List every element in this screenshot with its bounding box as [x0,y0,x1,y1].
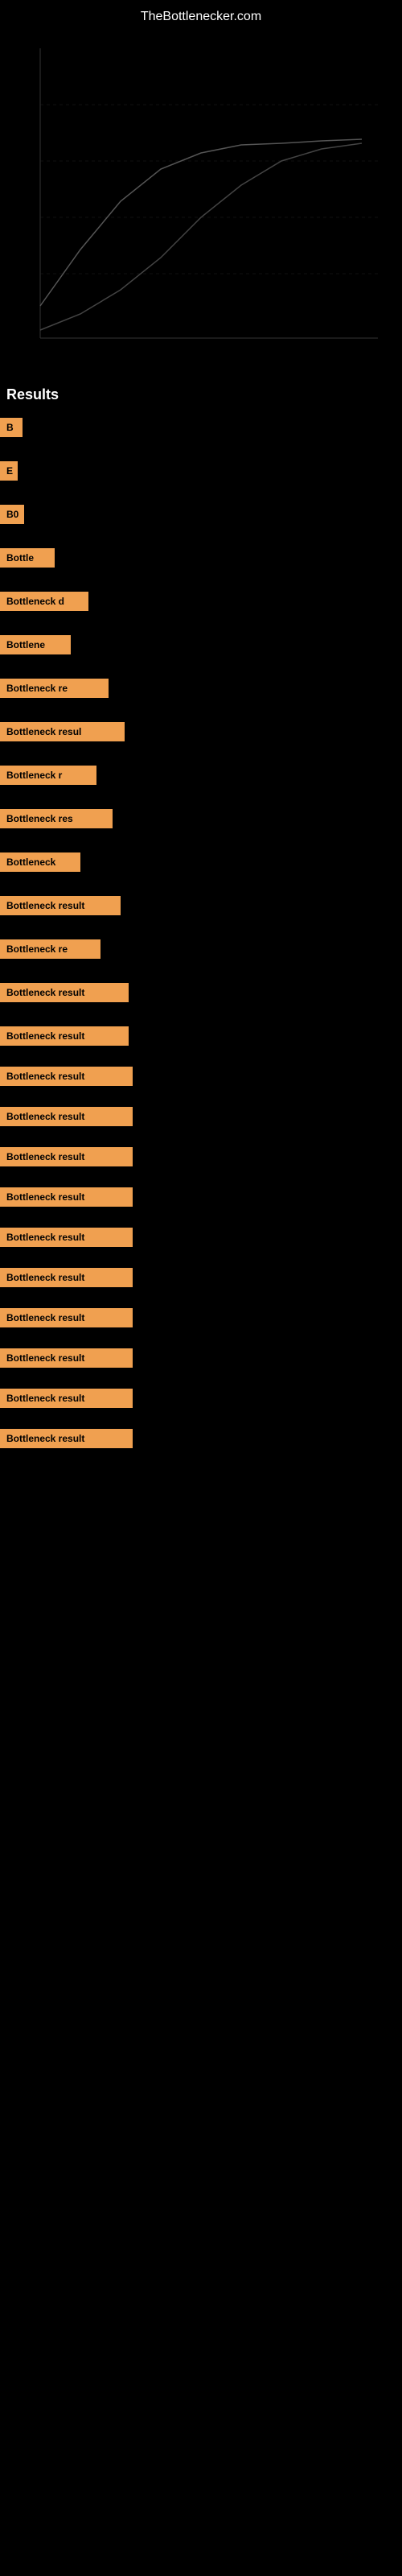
result-bar-5: Bottleneck d [0,592,88,611]
result-item-6: Bottlene [0,634,402,656]
result-item-24: Bottleneck result [0,1387,402,1410]
result-bar-4: Bottle [0,548,55,568]
result-item-2: E [0,460,402,482]
result-item-9: Bottleneck r [0,764,402,786]
result-bar-13: Bottleneck re [0,939,100,959]
result-item-19: Bottleneck result [0,1186,402,1208]
results-container: B E B0 Bottle Bottleneck d Bottlene Bottleneck… [0,416,402,1463]
result-bar-2: E [0,461,18,481]
result-bar-15: Bottleneck result [0,1026,129,1046]
result-item-12: Bottleneck result [0,894,402,917]
result-bar-23: Bottleneck result [0,1348,133,1368]
result-bar-18: Bottleneck result [0,1147,133,1166]
results-header: Results [0,378,402,411]
result-item-15: Bottleneck result [0,1025,402,1047]
chart-area [0,24,402,370]
result-bar-20: Bottleneck result [0,1228,133,1247]
result-bar-10: Bottleneck res [0,809,113,828]
result-item-5: Bottleneck d [0,590,402,613]
results-section: Results B E B0 Bottle Bottleneck d Bottlene Bo… [0,378,402,1463]
result-item-25: Bottleneck result [0,1427,402,1450]
result-bar-9: Bottleneck r [0,766,96,785]
result-item-18: Bottleneck result [0,1146,402,1168]
result-bar-1: B [0,418,23,437]
result-item-4: Bottle [0,547,402,569]
result-item-11: Bottleneck [0,851,402,873]
result-item-21: Bottleneck result [0,1266,402,1289]
result-item-13: Bottleneck re [0,938,402,960]
result-item-16: Bottleneck result [0,1065,402,1088]
result-item-1: B [0,416,402,439]
result-bar-7: Bottleneck re [0,679,109,698]
result-bar-21: Bottleneck result [0,1268,133,1287]
result-item-20: Bottleneck result [0,1226,402,1249]
result-bar-22: Bottleneck result [0,1308,133,1327]
result-bar-8: Bottleneck resul [0,722,125,741]
result-bar-19: Bottleneck result [0,1187,133,1207]
result-bar-24: Bottleneck result [0,1389,133,1408]
result-item-7: Bottleneck re [0,677,402,700]
result-bar-16: Bottleneck result [0,1067,133,1086]
result-bar-14: Bottleneck result [0,983,129,1002]
result-bar-12: Bottleneck result [0,896,121,915]
result-bar-3: B0 [0,505,24,524]
result-item-23: Bottleneck result [0,1347,402,1369]
result-item-8: Bottleneck resul [0,720,402,743]
result-bar-11: Bottleneck [0,852,80,872]
result-bar-6: Bottlene [0,635,71,654]
result-item-22: Bottleneck result [0,1307,402,1329]
result-item-3: B0 [0,503,402,526]
result-bar-17: Bottleneck result [0,1107,133,1126]
result-item-10: Bottleneck res [0,807,402,830]
result-item-14: Bottleneck result [0,981,402,1004]
result-item-17: Bottleneck result [0,1105,402,1128]
result-bar-25: Bottleneck result [0,1429,133,1448]
